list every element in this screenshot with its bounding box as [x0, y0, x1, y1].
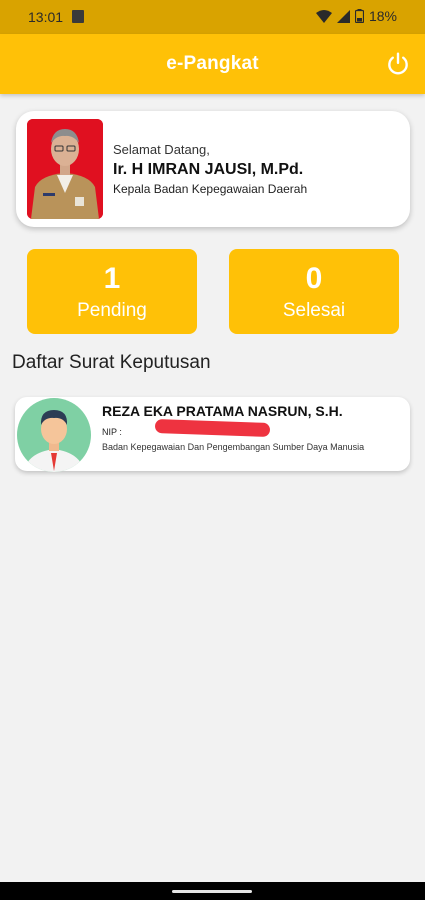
- status-time: 13:01: [28, 9, 64, 25]
- welcome-text: Selamat Datang,: [113, 142, 210, 157]
- person-avatar-icon: [17, 398, 91, 472]
- done-stat-button[interactable]: 0 Selesai: [229, 249, 399, 334]
- signal-icon: [336, 9, 350, 23]
- done-label: Selesai: [282, 300, 346, 321]
- notification-icon: [72, 10, 84, 23]
- decree-unit: Badan Kepegawaian Dan Pengembangan Sumbe…: [102, 442, 365, 452]
- decree-nip-label: NIP :: [102, 427, 122, 437]
- pending-label: Pending: [77, 300, 147, 321]
- decree-person-name: REZA EKA PRATAMA NASRUN, S.H.: [102, 403, 343, 419]
- user-position: Kepala Badan Kepegawaian Daerah: [113, 182, 308, 196]
- pending-count: 1: [103, 262, 121, 295]
- battery-icon: [354, 9, 364, 23]
- wifi-icon: [315, 9, 332, 23]
- pending-stat-button[interactable]: 1 Pending: [27, 249, 197, 334]
- status-bar: 13:01 18%: [0, 0, 425, 34]
- nip-redaction: [154, 418, 271, 438]
- app-title: e-Pangkat: [166, 53, 259, 74]
- power-icon[interactable]: [385, 51, 411, 77]
- done-count: 0: [305, 262, 323, 295]
- home-gesture-handle[interactable]: [172, 890, 252, 893]
- profile-card: Selamat Datang, Ir. H IMRAN JAUSI, M.Pd.…: [16, 111, 410, 227]
- battery-level: 18%: [368, 8, 397, 24]
- system-nav-bar: [0, 882, 425, 900]
- profile-photo: [27, 119, 103, 219]
- section-title: Daftar Surat Keputusan: [12, 352, 211, 373]
- user-name: Ir. H IMRAN JAUSI, M.Pd.: [113, 161, 304, 178]
- decree-list-item[interactable]: REZA EKA PRATAMA NASRUN, S.H. NIP : Bada…: [15, 397, 410, 472]
- app-bar: e-Pangkat: [0, 34, 425, 94]
- status-indicators: 18%: [315, 8, 397, 24]
